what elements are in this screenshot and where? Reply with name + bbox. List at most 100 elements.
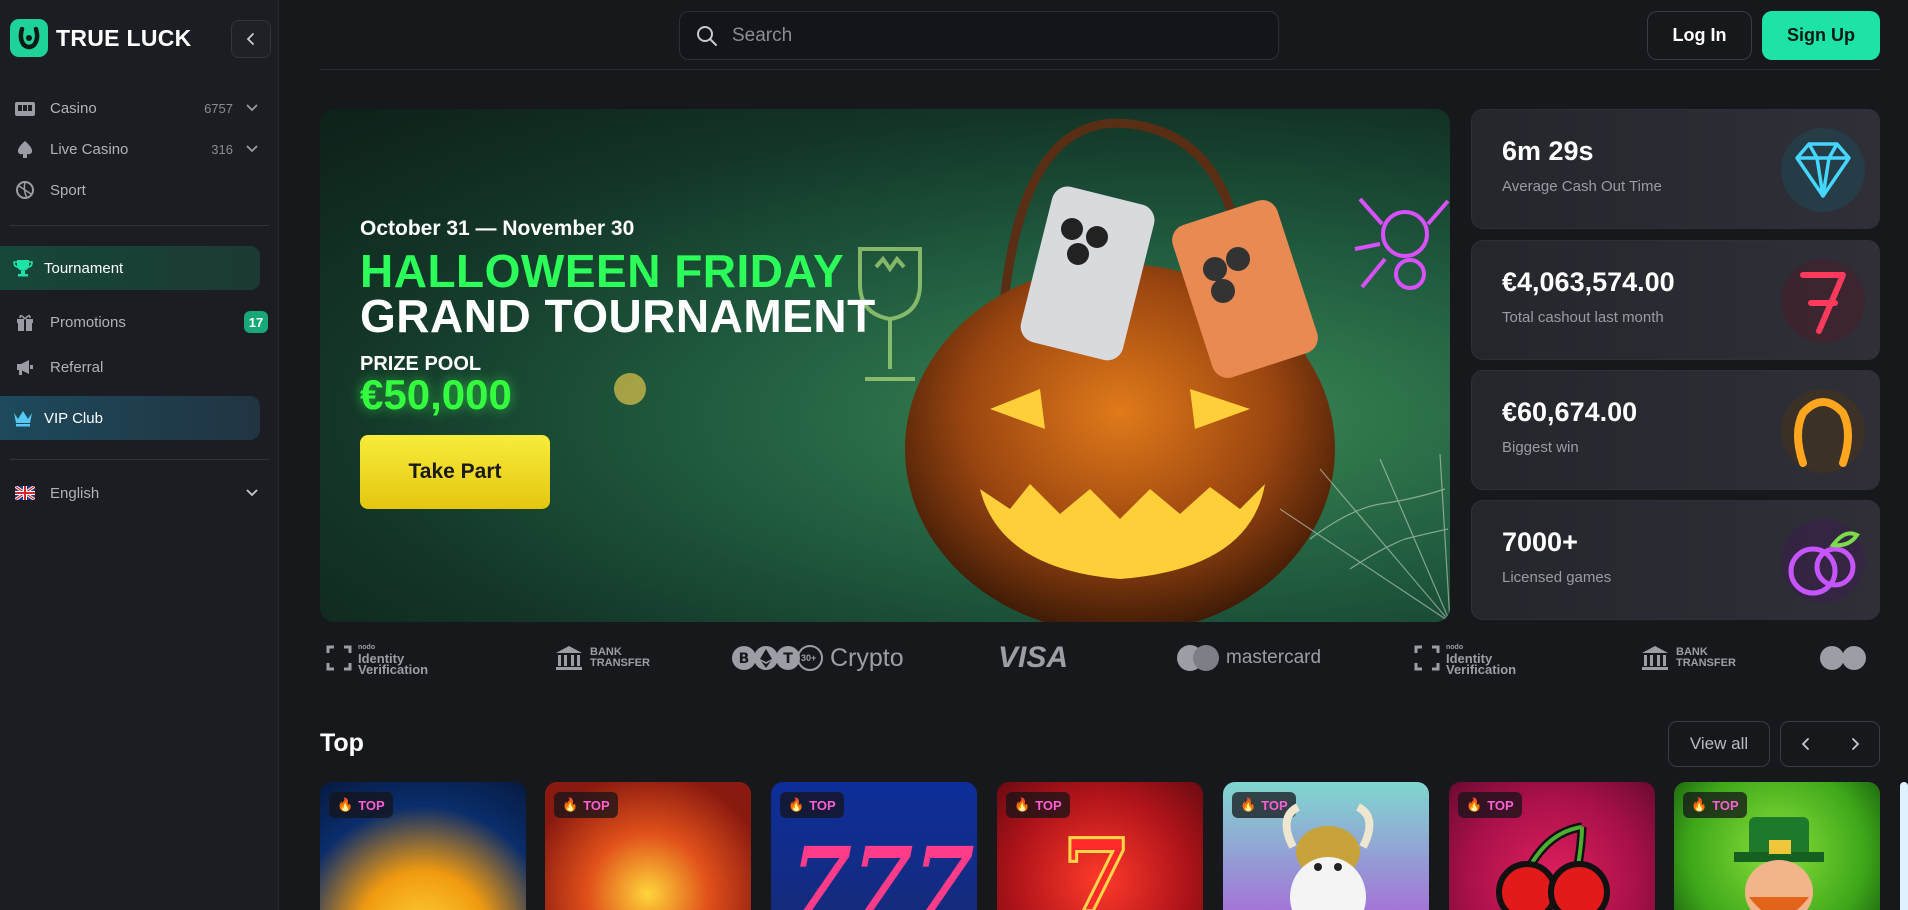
crypto-coins-icon (1820, 646, 1866, 670)
crown-icon (12, 407, 34, 429)
sevens-art: 777 (791, 827, 975, 910)
sidebar-item-sport[interactable]: Sport (0, 168, 279, 212)
sidebar-item-label: Casino (50, 99, 97, 117)
crypto-count: 30+ (801, 653, 817, 663)
sidebar-item-label: Live Casino (50, 140, 129, 158)
sidebar-divider (10, 459, 269, 460)
spade-icon (14, 138, 36, 160)
stat-label: Biggest win (1502, 439, 1579, 456)
flame-icon: 🔥 (337, 797, 354, 812)
search-input[interactable] (732, 24, 1252, 47)
top-badge: 🔥 TOP (554, 792, 618, 818)
crypto-logo: B T 30+ Crypto (730, 640, 904, 676)
game-card-partial[interactable] (1900, 782, 1908, 910)
leprechaun-art (1734, 817, 1824, 910)
banner-title-line2: GRAND TOURNAMENT (360, 290, 876, 342)
sidebar-divider (10, 225, 269, 226)
game-card[interactable]: 🔥 TOP (320, 782, 526, 910)
sidebar-item-tournament[interactable]: Tournament (0, 246, 260, 290)
identity-line2: Verification (1446, 661, 1517, 677)
bank-icon (556, 646, 582, 670)
top-badge: 🔥 TOP (329, 792, 393, 818)
visa-logo: VISA (998, 640, 1068, 676)
svg-text:B: B (739, 651, 750, 667)
horseshoe-icon (1781, 389, 1865, 473)
game-card[interactable]: 🔥 TOP (1674, 782, 1880, 910)
carousel-next-button[interactable] (1830, 722, 1879, 766)
chevron-right-icon (1851, 738, 1859, 750)
mastercard-label: mastercard (1226, 647, 1322, 668)
sidebar-item-label: Promotions (50, 313, 126, 331)
promotions-count-badge: 17 (244, 311, 268, 333)
stat-value: 7000+ (1502, 527, 1578, 557)
identity-verification-logo-2: nodo Identity Verification (1414, 640, 1516, 676)
sidebar-item-promotions[interactable]: Promotions 17 (0, 300, 279, 344)
stat-label: Total cashout last month (1502, 309, 1664, 326)
flame-icon: 🔥 (1240, 797, 1257, 812)
stat-card-total-cashout: €4,063,574.00 Total cashout last month (1471, 240, 1880, 360)
chevron-left-icon (246, 33, 254, 45)
top-badge: 🔥 TOP (1458, 792, 1522, 818)
sidebar-item-label: Referral (50, 358, 104, 376)
header-divider (320, 69, 1880, 70)
diamond-icon (1781, 128, 1865, 212)
stat-value: 6m 29s (1502, 136, 1594, 166)
bank-transfer-logo-2: BANK TRANSFER (1640, 640, 1736, 676)
collapse-sidebar-button[interactable] (231, 20, 271, 58)
search-bar[interactable] (679, 11, 1279, 60)
id-scan-icon (326, 645, 352, 671)
view-all-button[interactable]: View all (1668, 721, 1770, 767)
flame-icon: 🔥 (562, 797, 579, 812)
language-selector[interactable]: English (0, 471, 279, 515)
signup-button[interactable]: Sign Up (1762, 11, 1880, 60)
gift-icon (14, 311, 36, 333)
top-badge: 🔥 TOP (780, 792, 844, 818)
stat-card-licensed-games: 7000+ Licensed games (1471, 500, 1880, 620)
megaphone-icon (14, 356, 36, 378)
take-part-button[interactable]: Take Part (360, 435, 550, 509)
game-card[interactable]: 🔥 TOP (1449, 782, 1655, 910)
brand-name: TRUE LUCK (56, 24, 192, 51)
game-card[interactable]: 🔥 TOP (545, 782, 751, 910)
halloween-artwork (614, 118, 1450, 622)
bank-icon (1642, 646, 1668, 670)
identity-verification-logo: nodo Identity Verification (326, 640, 428, 676)
crypto-label: Crypto (830, 643, 904, 672)
carousel-prev-button[interactable] (1781, 722, 1830, 766)
banner-dates: October 31 — November 30 (360, 217, 635, 240)
stat-label: Licensed games (1502, 569, 1612, 586)
bank-transfer-logo: BANK TRANSFER (554, 640, 650, 676)
search-icon (697, 25, 717, 46)
seven-art: 7 (1061, 816, 1134, 910)
ball-icon (14, 179, 36, 201)
app-root: TRUE LUCK Casino 6757 Live Casino 316 Sp… (0, 0, 1908, 910)
sidebar-item-live-casino[interactable]: Live Casino 316 (0, 127, 279, 171)
language-label: English (50, 484, 100, 502)
viking-art (1282, 803, 1374, 910)
crypto-logo-partial (1818, 640, 1874, 676)
sidebar-item-casino[interactable]: Casino 6757 (0, 86, 279, 130)
brand-logo[interactable]: TRUE LUCK (10, 19, 192, 57)
stat-value: €4,063,574.00 (1502, 267, 1675, 297)
identity-line2: Verification (358, 661, 429, 677)
game-card[interactable]: 🔥 TOP 777 (771, 782, 977, 910)
chevron-down-icon (246, 489, 258, 497)
sidebar-item-referral[interactable]: Referral (0, 345, 279, 389)
chevron-left-icon (1801, 738, 1809, 750)
game-card[interactable]: 🔥 TOP (1223, 782, 1429, 910)
flame-icon: 🔥 (1014, 797, 1031, 812)
uk-flag-icon (14, 482, 36, 504)
game-card[interactable]: 🔥 TOP 7 (997, 782, 1203, 910)
login-button[interactable]: Log In (1647, 11, 1752, 60)
trophy-icon (12, 257, 34, 279)
sidebar-item-label: Sport (50, 181, 86, 199)
mastercard-logo: mastercard (1176, 640, 1321, 676)
sidebar-item-label: Tournament (44, 259, 124, 277)
flame-icon: 🔥 (1466, 797, 1483, 812)
stat-card-cashout-time: 6m 29s Average Cash Out Time (1471, 109, 1880, 229)
sidebar-item-vip-club[interactable]: VIP Club (0, 396, 260, 440)
chevron-down-icon (246, 104, 258, 112)
flame-icon: 🔥 (788, 797, 805, 812)
promo-banner[interactable]: October 31 — November 30 HALLOWEEN FRIDA… (320, 109, 1450, 622)
prize-pool-value: €50,000 (360, 371, 512, 418)
